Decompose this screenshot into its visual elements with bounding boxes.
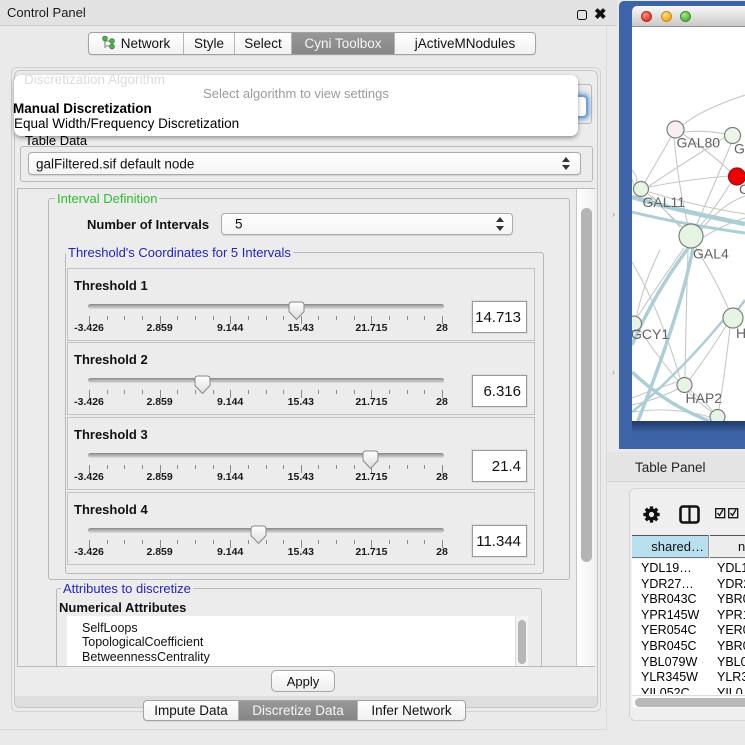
svg-text:H: H	[736, 325, 745, 341]
svg-text:GAL4: GAL4	[693, 246, 729, 262]
svg-text:HAP2: HAP2	[686, 390, 723, 406]
svg-text:GCY1: GCY1	[632, 326, 669, 342]
svg-text:GAL11: GAL11	[643, 194, 686, 210]
svg-text:G.: G.	[734, 141, 745, 157]
svg-text:GAL80: GAL80	[677, 135, 721, 151]
svg-text:C: C	[739, 181, 745, 197]
